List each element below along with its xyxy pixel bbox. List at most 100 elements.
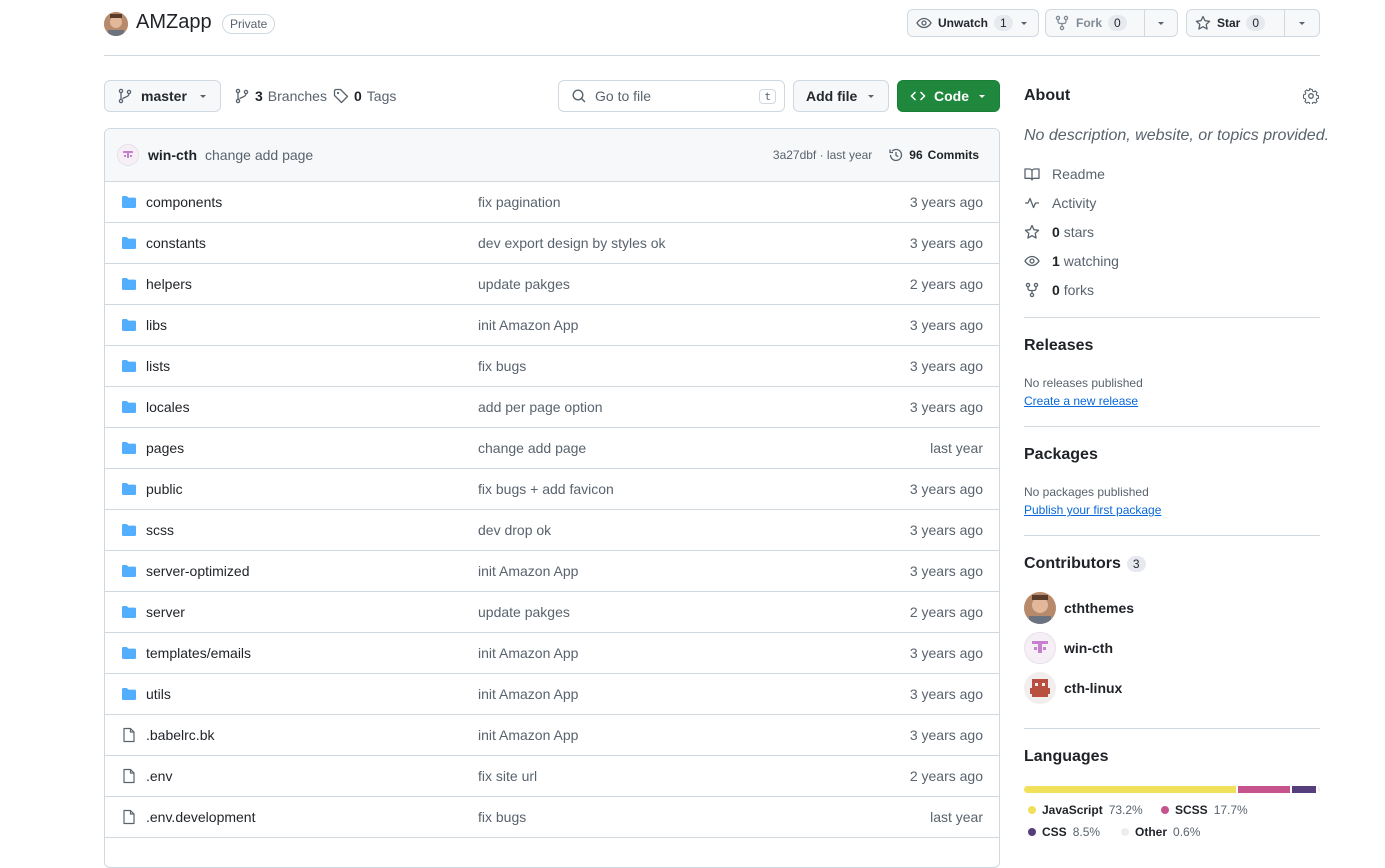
commit-message-link[interactable]: update pakges — [478, 276, 570, 292]
commit-message-link[interactable]: fix bugs + add favicon — [478, 481, 614, 497]
table-row[interactable]: pages change add page last year — [105, 428, 999, 469]
table-row[interactable]: utils init Amazon App 3 years ago — [105, 674, 999, 715]
table-row[interactable]: templates/emails init Amazon App 3 years a… — [105, 633, 999, 674]
table-row[interactable]: libs init Amazon App 3 years ago — [105, 305, 999, 346]
releases-heading[interactable]: Releases — [1024, 337, 1093, 355]
commit-message-link[interactable]: fix bugs — [478, 809, 526, 825]
file-name-link[interactable]: scss — [146, 522, 174, 538]
commit-message-link[interactable]: init Amazon App — [478, 727, 578, 743]
contributor-item[interactable]: win-cth — [1024, 632, 1113, 664]
star-button[interactable]: Star 0 — [1187, 10, 1284, 36]
commit-date: 2 years ago — [909, 768, 983, 784]
commit-author-avatar[interactable] — [117, 144, 139, 166]
commit-message-link[interactable]: dev export design by styles ok — [478, 235, 666, 251]
commits-link[interactable]: 96 Commits — [888, 147, 987, 163]
contributors-header[interactable]: Contributors 3 — [1024, 555, 1146, 573]
folder-icon — [121, 317, 137, 333]
activity-link[interactable]: Activity — [1024, 195, 1096, 211]
forks-label: forks — [1063, 282, 1095, 298]
commit-message-link[interactable]: add per page option — [478, 399, 603, 415]
table-row[interactable]: lists fix bugs 3 years ago — [105, 346, 999, 387]
add-file-button[interactable]: Add file — [793, 80, 889, 112]
commit-message[interactable]: change add page — [205, 147, 313, 163]
forks-link[interactable]: 0 forks — [1024, 282, 1094, 298]
create-release-link[interactable]: Create a new release — [1024, 394, 1138, 408]
watch-button[interactable]: Unwatch 1 — [907, 9, 1039, 37]
stars-count: 0 — [1052, 224, 1060, 240]
commit-hash-date[interactable]: 3a27dbf · last year — [773, 148, 872, 162]
file-name-link[interactable]: templates/emails — [146, 645, 251, 661]
history-icon — [888, 147, 904, 163]
code-icon — [910, 88, 926, 104]
table-row[interactable]: scss dev drop ok 3 years ago — [105, 510, 999, 551]
file-name-link[interactable]: utils — [146, 686, 171, 702]
file-name-link[interactable]: locales — [146, 399, 190, 415]
file-name-link[interactable]: .env.development — [146, 809, 255, 825]
contributor-name: cththemes — [1064, 600, 1135, 616]
publish-package-link[interactable]: Publish your first package — [1024, 503, 1161, 517]
readme-link[interactable]: Readme — [1024, 166, 1105, 182]
commit-message-link[interactable]: fix site url — [478, 768, 537, 784]
file-name-link[interactable]: .env — [146, 768, 172, 784]
table-row[interactable]: server update pakges 2 years ago — [105, 592, 999, 633]
table-row[interactable]: components fix pagination 3 years ago — [105, 182, 999, 223]
table-row[interactable]: .env fix site url 2 years ago — [105, 756, 999, 797]
code-label: Code — [934, 88, 969, 104]
repo-name[interactable]: AMZapp — [136, 11, 212, 34]
language-item-css[interactable]: CSS 8.5% — [1028, 825, 1100, 839]
fork-button-group: Fork 0 — [1045, 9, 1178, 37]
table-row[interactable]: .babelrc.bk init Amazon App 3 years ago — [105, 715, 999, 756]
file-name-link[interactable]: components — [146, 194, 222, 210]
table-row[interactable]: .env.development fix bugs last year — [105, 797, 999, 838]
commit-message-link[interactable]: init Amazon App — [478, 317, 578, 333]
folder-icon — [121, 440, 137, 456]
table-row[interactable]: constants dev export design by styles ok 3… — [105, 223, 999, 264]
file-name-link[interactable]: constants — [146, 235, 206, 251]
file-name-link[interactable]: lists — [146, 358, 170, 374]
table-row[interactable]: locales add per page option 3 years ago — [105, 387, 999, 428]
watching-link[interactable]: 1 watching — [1024, 253, 1119, 269]
tags-link[interactable]: 0 Tags — [333, 88, 396, 104]
go-to-file-input[interactable]: Go to file t — [558, 80, 785, 112]
file-name-link[interactable]: server-optimized — [146, 563, 249, 579]
commit-message-link[interactable]: init Amazon App — [478, 686, 578, 702]
branches-label: Branches — [267, 88, 327, 104]
sidebar-divider — [1024, 728, 1320, 729]
language-name: SCSS — [1175, 803, 1208, 817]
file-name-link[interactable]: pages — [146, 440, 184, 456]
commit-message-link[interactable]: change add page — [478, 440, 586, 456]
commit-author[interactable]: win-cth — [148, 147, 197, 163]
file-name-link[interactable]: libs — [146, 317, 167, 333]
commit-date: 3 years ago — [909, 399, 983, 415]
star-dropdown[interactable] — [1285, 10, 1319, 36]
file-name-link[interactable]: server — [146, 604, 185, 620]
table-row[interactable]: helpers update pakges 2 years ago — [105, 264, 999, 305]
stars-link[interactable]: 0 stars — [1024, 224, 1094, 240]
gear-icon[interactable] — [1303, 88, 1319, 104]
file-name-link[interactable]: helpers — [146, 276, 192, 292]
file-name-link[interactable]: .babelrc.bk — [146, 727, 214, 743]
branches-link[interactable]: 3 Branches — [234, 88, 327, 104]
table-row[interactable]: server-optimized init Amazon App 3 years a… — [105, 551, 999, 592]
fork-icon — [1054, 15, 1070, 31]
table-row[interactable]: public fix bugs + add favicon 3 years ago — [105, 469, 999, 510]
contributor-item[interactable]: cththemes — [1024, 592, 1134, 624]
commit-message-link[interactable]: init Amazon App — [478, 645, 578, 661]
commit-message-link[interactable]: init Amazon App — [478, 563, 578, 579]
commit-message-link[interactable]: fix bugs — [478, 358, 526, 374]
language-item-javascript[interactable]: JavaScript 73.2% — [1028, 803, 1143, 817]
star-icon — [1024, 224, 1040, 240]
commit-message-link[interactable]: update pakges — [478, 604, 570, 620]
branch-selector[interactable]: master — [104, 80, 221, 112]
fork-dropdown[interactable] — [1145, 10, 1177, 36]
fork-button[interactable]: Fork 0 — [1046, 10, 1144, 36]
file-icon — [121, 768, 137, 784]
language-item-scss[interactable]: SCSS 17.7% — [1161, 803, 1248, 817]
packages-heading[interactable]: Packages — [1024, 446, 1098, 464]
owner-avatar[interactable] — [104, 12, 128, 36]
code-button[interactable]: Code — [897, 80, 1000, 112]
file-name-link[interactable]: public — [146, 481, 183, 497]
commit-message-link[interactable]: dev drop ok — [478, 522, 551, 538]
contributor-item[interactable]: cth-linux — [1024, 672, 1122, 704]
commit-message-link[interactable]: fix pagination — [478, 194, 561, 210]
